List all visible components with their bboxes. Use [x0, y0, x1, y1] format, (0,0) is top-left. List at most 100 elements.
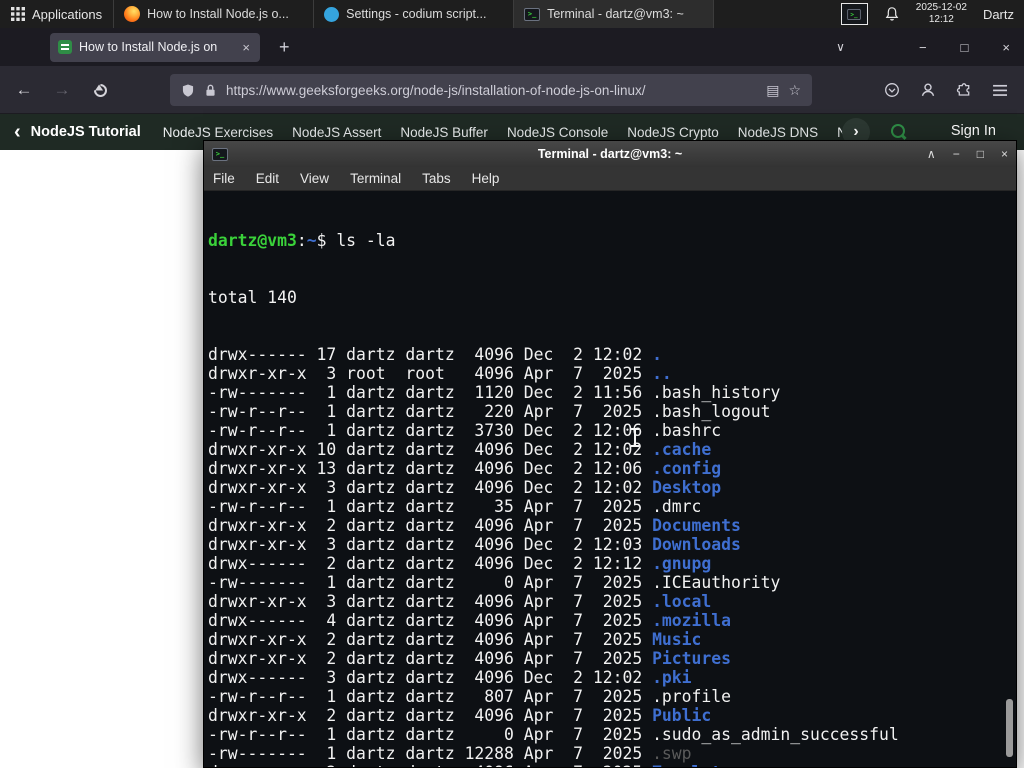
tray-terminal-icon[interactable] — [840, 3, 868, 25]
applications-menu-button[interactable]: Applications — [0, 0, 115, 28]
sign-in-link[interactable]: Sign In — [951, 123, 996, 139]
notification-bell-icon[interactable] — [884, 6, 900, 22]
reader-mode-icon[interactable]: ▤ — [766, 82, 779, 99]
sitenav-item[interactable]: NodeJS Crypto — [627, 125, 719, 140]
terminal-minimize-button[interactable]: − — [953, 147, 960, 161]
file-meta: -rw-r--r-- 1 dartz dartz 220 Apr 7 2025 — [208, 402, 653, 421]
browser-minimize-button[interactable]: − — [919, 40, 927, 55]
browser-toolbar: ← → https://www.geeksforgeeks.org/node-j… — [0, 66, 1024, 114]
taskbar-window-terminal[interactable]: Terminal - dartz@vm3: ~ — [514, 0, 715, 28]
prompt-command: ls -la — [336, 231, 396, 250]
browser-tab[interactable]: How to Install Node.js on × — [50, 32, 260, 62]
file-meta: drwxr-xr-x 2 dartz dartz 4096 Apr 7 2025 — [208, 706, 653, 725]
desktop-top-panel: Applications How to Install Node.js o...… — [0, 0, 1024, 28]
sitenav-prev-chevron[interactable]: ‹ — [14, 122, 21, 142]
terminal-output[interactable]: dartz@vm3:~$ ls -la total 140 drwx------… — [204, 191, 1016, 767]
terminal-total-line: total 140 — [208, 288, 297, 307]
file-name: Downloads — [652, 535, 741, 554]
file-name: Documents — [652, 516, 741, 535]
tab-favicon — [58, 40, 72, 54]
menu-tabs[interactable]: Tabs — [422, 171, 451, 186]
file-meta: -rw-r--r-- 1 dartz dartz 807 Apr 7 2025 — [208, 687, 653, 706]
applications-label: Applications — [32, 6, 103, 22]
menu-help[interactable]: Help — [472, 171, 500, 186]
terminal-close-button[interactable]: × — [1001, 147, 1008, 161]
file-name: .profile — [652, 687, 732, 706]
file-name: .bash_history — [652, 383, 781, 402]
terminal-line: -rw-r--r-- 1 dartz dartz 807 Apr 7 2025 … — [208, 687, 1016, 706]
profile-icon — [921, 83, 935, 97]
tab-close-button[interactable]: × — [240, 40, 252, 55]
terminal-icon — [847, 8, 862, 20]
terminal-line: drwxr-xr-x 10 dartz dartz 4096 Dec 2 12:… — [208, 440, 1016, 459]
file-meta: drwx------ 4 dartz dartz 4096 Apr 7 2025 — [208, 611, 653, 630]
terminal-maximize-button[interactable]: □ — [977, 147, 984, 161]
list-all-tabs-button[interactable]: ∨ — [836, 40, 845, 54]
sitenav-items: NodeJS Exercises NodeJS Assert NodeJS Bu… — [163, 125, 860, 140]
file-meta: -rw-r--r-- 1 dartz dartz 35 Apr 7 2025 — [208, 497, 653, 516]
file-name: .bashrc — [652, 421, 722, 440]
sitenav-item-tutorial[interactable]: NodeJS Tutorial — [31, 124, 141, 140]
file-name: Music — [652, 630, 702, 649]
file-meta: drwxr-xr-x 3 dartz dartz 4096 Dec 2 12:0… — [208, 535, 653, 554]
terminal-scrollbar-thumb[interactable] — [1006, 699, 1013, 757]
terminal-line: drwxr-xr-x 2 dartz dartz 4096 Apr 7 2025… — [208, 763, 1016, 767]
site-search-button[interactable] — [890, 123, 908, 141]
file-meta: -rw------- 1 dartz dartz 12288 Apr 7 202… — [208, 744, 653, 763]
panel-tray-area: 2025-12-02 12:12 Dartz — [840, 0, 1024, 28]
sitenav-item[interactable]: NodeJS Console — [507, 125, 608, 140]
extensions-button[interactable] — [948, 74, 980, 106]
terminal-rollup-button[interactable]: ∧ — [927, 147, 936, 161]
file-meta: drwxr-xr-x 10 dartz dartz 4096 Dec 2 12:… — [208, 440, 653, 459]
new-tab-button[interactable]: + — [273, 37, 296, 58]
terminal-line: drwxr-xr-x 3 root root 4096 Apr 7 2025 .… — [208, 364, 1016, 383]
file-name: .gnupg — [652, 554, 712, 573]
account-button[interactable] — [912, 74, 944, 106]
terminal-scrollbar[interactable] — [1005, 191, 1015, 765]
prompt-path: ~ — [306, 231, 317, 250]
file-name: .bash_logout — [652, 402, 771, 421]
forward-button[interactable]: → — [46, 74, 78, 106]
back-button[interactable]: ← — [8, 74, 40, 106]
url-input[interactable]: https://www.geeksforgeeks.org/node-js/in… — [226, 83, 757, 98]
shield-icon[interactable] — [181, 83, 195, 98]
file-name: .local — [652, 592, 712, 611]
file-meta: drwxr-xr-x 13 dartz dartz 4096 Dec 2 12:… — [208, 459, 653, 478]
menu-edit[interactable]: Edit — [256, 171, 279, 186]
tab-title: How to Install Node.js on — [79, 40, 218, 54]
pocket-icon — [885, 83, 899, 97]
user-menu[interactable]: Dartz — [983, 7, 1014, 22]
file-meta: -rw-r--r-- 1 dartz dartz 3730 Dec 2 12:0… — [208, 421, 653, 440]
sitenav-item[interactable]: NodeJS Buffer — [400, 125, 488, 140]
file-name: .ICEauthority — [652, 573, 781, 592]
clock[interactable]: 2025-12-02 12:12 — [916, 2, 967, 27]
browser-close-button[interactable]: × — [1002, 40, 1010, 55]
url-bar[interactable]: https://www.geeksforgeeks.org/node-js/in… — [170, 74, 812, 106]
firefox-icon — [124, 6, 141, 22]
sitenav-item[interactable]: NodeJS Exercises — [163, 125, 273, 140]
taskbar-window-codium[interactable]: Settings - codium script... — [314, 0, 515, 28]
menu-terminal[interactable]: Terminal — [350, 171, 401, 186]
menu-file[interactable]: File — [213, 171, 235, 186]
sitenav-item[interactable]: NodeJS DNS — [738, 125, 818, 140]
file-meta: drwxr-xr-x 3 dartz dartz 4096 Apr 7 2025 — [208, 592, 653, 611]
taskbar-window-title: How to Install Node.js o... — [147, 7, 289, 21]
taskbar-window-firefox[interactable]: How to Install Node.js o... — [114, 0, 315, 28]
terminal-line: drwxr-xr-x 2 dartz dartz 4096 Apr 7 2025… — [208, 630, 1016, 649]
bookmark-star-icon[interactable]: ☆ — [788, 82, 801, 99]
lock-icon[interactable] — [204, 83, 217, 98]
menu-button[interactable] — [984, 74, 1016, 106]
terminal-icon — [524, 7, 541, 21]
sitenav-item[interactable]: NodeJS Assert — [292, 125, 381, 140]
file-meta: drwxr-xr-x 3 root root 4096 Apr 7 2025 — [208, 364, 653, 383]
terminal-line: drwxr-xr-x 3 dartz dartz 4096 Dec 2 12:0… — [208, 535, 1016, 554]
file-name: .pki — [652, 668, 692, 687]
toolbar-right-icons — [876, 74, 1016, 106]
browser-maximize-button[interactable]: □ — [961, 40, 969, 55]
menu-view[interactable]: View — [300, 171, 329, 186]
terminal-title-bar[interactable]: Terminal - dartz@vm3: ~ ∧ − □ × — [204, 141, 1016, 167]
reload-button[interactable] — [84, 74, 116, 106]
pocket-button[interactable] — [876, 74, 908, 106]
terminal-line: drwx------ 4 dartz dartz 4096 Apr 7 2025… — [208, 611, 1016, 630]
file-name: .mozilla — [652, 611, 732, 630]
